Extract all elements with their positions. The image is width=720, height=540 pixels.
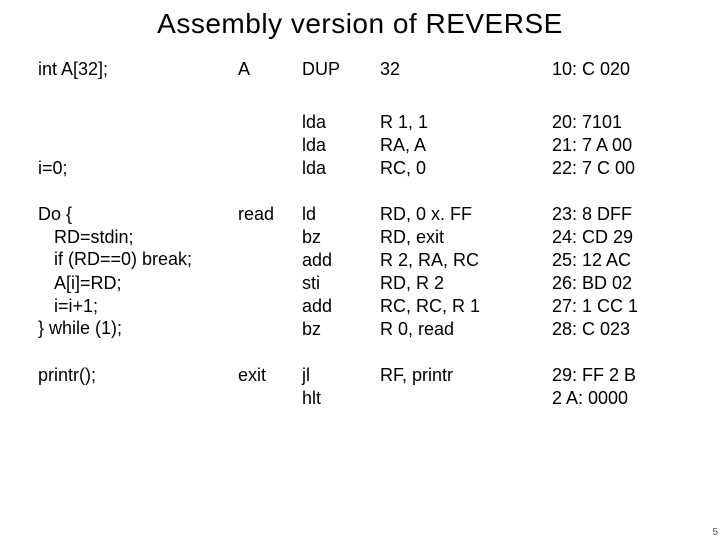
asm-mnemonic: lda [302, 111, 382, 134]
asm-encoding: 2 A: 0000 [552, 387, 692, 410]
asm-mnemonic: ld [302, 203, 382, 226]
c-src-line: } while (1); [38, 318, 122, 338]
asm-operand: RF, printr [380, 364, 530, 387]
asm-operand: RA, A [380, 134, 530, 157]
asm-operand: R 0, read [380, 318, 530, 341]
asm-encoding: 23: 8 DFF [552, 203, 692, 226]
asm-encoding: 22: 7 C 00 [552, 157, 692, 180]
c-src-init: i=0; [38, 157, 238, 180]
c-src-line: Do { [38, 204, 72, 224]
asm-encoding: 26: BD 02 [552, 272, 692, 295]
asm-operand: R 2, RA, RC [380, 249, 530, 272]
page-number: 5 [712, 527, 718, 538]
c-src-line: RD=stdin; [38, 226, 238, 249]
c-src-loop-body: A[i]=RD; i=i+1; } while (1); [38, 272, 238, 340]
asm-encoding: 21: 7 A 00 [552, 134, 692, 157]
asm-mnemonic: bz [302, 226, 382, 249]
asm-encoding: 28: C 023 [552, 318, 692, 341]
asm-label: exit [238, 364, 298, 387]
asm-operand: 32 [380, 58, 530, 81]
asm-encoding: 27: 1 CC 1 [552, 295, 692, 318]
asm-operand: R 1, 1 [380, 111, 530, 134]
asm-label: A [238, 58, 298, 81]
asm-encoding: 10: C 020 [552, 58, 692, 81]
c-src-line: i=0; [38, 158, 68, 178]
asm-mnemonic: bz [302, 318, 382, 341]
asm-label: read [238, 203, 298, 226]
asm-mnemonic: lda [302, 157, 382, 180]
slide-title: Assembly version of REVERSE [0, 8, 720, 40]
c-src-line: i=i+1; [38, 295, 238, 318]
asm-mnemonic: sti [302, 272, 382, 295]
asm-operand: RD, exit [380, 226, 530, 249]
c-src-line: A[i]=RD; [38, 272, 238, 295]
c-src-line: if (RD==0) break; [38, 248, 238, 271]
asm-encoding: 24: CD 29 [552, 226, 692, 249]
asm-operand: RD, R 2 [380, 272, 530, 295]
asm-mnemonic: DUP [302, 58, 382, 81]
asm-mnemonic: hlt [302, 387, 382, 410]
c-src-loop-head: Do { RD=stdin; if (RD==0) break; [38, 203, 238, 271]
asm-encoding: 20: 7101 [552, 111, 692, 134]
asm-encoding: 29: FF 2 B [552, 364, 692, 387]
asm-mnemonic: add [302, 295, 382, 318]
asm-operand: RD, 0 x. FF [380, 203, 530, 226]
asm-mnemonic: jl [302, 364, 382, 387]
asm-mnemonic: lda [302, 134, 382, 157]
asm-mnemonic: add [302, 249, 382, 272]
c-src-decl: int A[32]; [38, 58, 238, 81]
asm-operand: RC, RC, R 1 [380, 295, 530, 318]
c-src-call: printr(); [38, 364, 238, 387]
asm-encoding: 25: 12 AC [552, 249, 692, 272]
asm-operand: RC, 0 [380, 157, 530, 180]
